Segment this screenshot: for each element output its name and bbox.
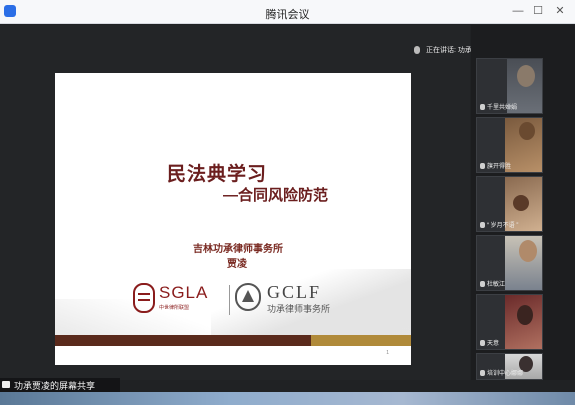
- slide-title: 民法典学习: [167, 164, 268, 185]
- participant-name: 千里共婵娟: [487, 105, 518, 111]
- participant-label: 天意: [480, 338, 499, 347]
- shared-screen-area: 民法典学习 —合同风险防范 吉林功承律师事务所 贾凌 SGLA 中世律所联盟 G…: [0, 25, 470, 380]
- participant-avatar: [519, 122, 535, 140]
- participant-avatar: [517, 305, 533, 325]
- mic-icon: [414, 46, 420, 55]
- participant-tile[interactable]: 培训中心娜娜: [476, 353, 543, 380]
- maximize-button[interactable]: ☐: [530, 3, 546, 19]
- gclf-logo: GCLF 功承律师事务所: [235, 282, 355, 315]
- mic-icon: [480, 340, 485, 347]
- minimize-button[interactable]: —: [510, 3, 526, 19]
- participant-sidebar[interactable]: 千里共婵娟 旗开得胜 “ 岁月不语 ” 杜敏江 天意 培训中心娜娜: [471, 25, 575, 380]
- sgla-logo-subtext: 中世律所联盟: [159, 305, 190, 311]
- participant-tile[interactable]: 旗开得胜: [476, 117, 543, 173]
- slide-firm-name: 吉林功承律师事务所: [193, 244, 283, 255]
- sgla-logo-text: SGLA: [159, 283, 209, 302]
- window-title: 腾讯会议: [265, 9, 310, 21]
- participant-tile[interactable]: 千里共婵娟: [476, 58, 543, 114]
- mic-icon: [480, 370, 485, 377]
- screen-share-text: 功承贾凌的屏幕共享: [14, 381, 96, 391]
- participant-label: 杜敏江: [480, 279, 505, 288]
- presentation-slide: 民法典学习 —合同风险防范 吉林功承律师事务所 贾凌 SGLA 中世律所联盟 G…: [55, 73, 411, 365]
- participant-avatar: [513, 195, 529, 211]
- sgla-logo: SGLA 中世律所联盟: [133, 283, 223, 315]
- participant-tile[interactable]: 杜敏江: [476, 235, 543, 291]
- title-bar: 腾讯会议 — ☐ ✕: [0, 0, 575, 24]
- participant-name: 天意: [487, 341, 500, 347]
- mic-icon: [480, 163, 485, 170]
- mic-icon: [480, 104, 485, 111]
- screen-share-indicator[interactable]: 功承贾凌的屏幕共享: [0, 378, 120, 392]
- slide-footer-accent: [311, 335, 411, 346]
- gclf-logo-mark: [235, 283, 261, 311]
- screen-share-icon: [2, 381, 10, 388]
- sgla-logo-mark: [133, 283, 155, 313]
- slide-presenter-name: 贾凌: [227, 259, 247, 270]
- participant-tile[interactable]: 天意: [476, 294, 543, 350]
- mic-icon: [480, 222, 485, 229]
- gclf-logo-text: GCLF: [267, 282, 322, 302]
- slide-subtitle: —合同风险防范: [223, 187, 329, 204]
- participant-label: 千里共婵娟: [480, 102, 517, 111]
- participant-label: 旗开得胜: [480, 161, 511, 170]
- participant-label: “ 岁月不语 ”: [480, 220, 518, 229]
- participant-avatar: [519, 240, 537, 262]
- slide-footer-bar: [55, 335, 411, 346]
- mic-icon: [480, 281, 485, 288]
- desktop-background-strip: [0, 392, 575, 405]
- slide-page-number: 1: [386, 350, 389, 356]
- participant-name: 杜敏江: [487, 282, 506, 288]
- close-button[interactable]: ✕: [552, 3, 568, 19]
- participant-name: 旗开得胜: [487, 164, 512, 170]
- participant-name: 培训中心娜娜: [487, 371, 524, 377]
- logo-divider: [229, 285, 230, 315]
- participant-name: “ 岁月不语 ”: [487, 223, 519, 229]
- participant-avatar: [517, 65, 535, 87]
- gclf-logo-subtext: 功承律师事务所: [267, 304, 331, 314]
- participant-tile[interactable]: “ 岁月不语 ”: [476, 176, 543, 232]
- participant-label: 培训中心娜娜: [480, 368, 523, 377]
- speaking-prefix: 正在讲话:: [426, 47, 456, 54]
